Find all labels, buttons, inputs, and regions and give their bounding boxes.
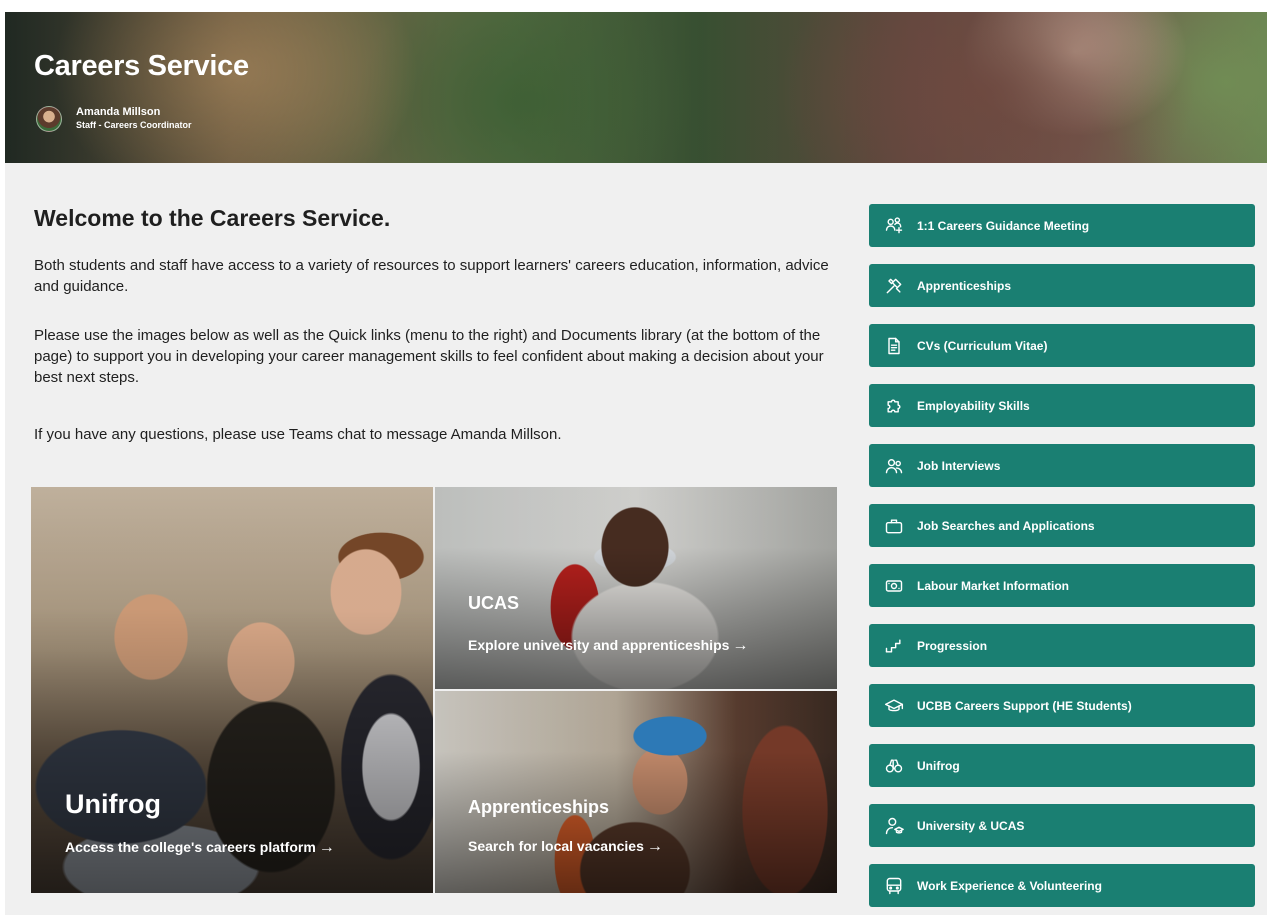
quick-link-label: Job Interviews xyxy=(917,458,1001,473)
tile-title: UCAS xyxy=(468,593,520,613)
arrow-right-icon: → xyxy=(732,637,749,654)
avatar[interactable] xyxy=(36,106,62,132)
quick-link-job-searches[interactable]: Job Searches and Applications xyxy=(869,504,1255,547)
document-icon xyxy=(883,335,905,357)
quick-link-ucbb[interactable]: UCBB Careers Support (HE Students) xyxy=(869,684,1255,727)
welcome-paragraph: Please use the images below as well as t… xyxy=(34,327,824,386)
quick-link-university-ucas[interactable]: University & UCAS xyxy=(869,804,1255,847)
quick-link-unifrog[interactable]: Unifrog xyxy=(869,744,1255,787)
person-graduation-icon xyxy=(883,815,905,837)
tile-divider xyxy=(435,689,837,691)
tile-link-text[interactable]: Access the college's careers platform xyxy=(65,839,316,855)
quick-link-label: Work Experience & Volunteering xyxy=(917,878,1102,893)
welcome-paragraph: If you have any questions, please use Te… xyxy=(34,426,562,443)
quick-link-label: Employability Skills xyxy=(917,398,1030,413)
quick-link-label: Apprenticeships xyxy=(917,278,1012,293)
header-banner: Careers Service Amanda Millson Staff - C… xyxy=(5,12,1267,163)
page-canvas: Careers Service Amanda Millson Staff - C… xyxy=(5,12,1267,915)
graduation-cap-icon xyxy=(883,695,905,717)
tile-link[interactable]: Access the college's careers platform → xyxy=(65,839,335,857)
binoculars-icon xyxy=(883,755,905,777)
vehicle-icon xyxy=(883,875,905,897)
quick-link-progression[interactable]: Progression xyxy=(869,624,1255,667)
tile-link[interactable]: Explore university and apprenticeships → xyxy=(468,637,748,655)
author-name[interactable]: Amanda Millson xyxy=(76,106,192,119)
quick-link-labour-market[interactable]: Labour Market Information xyxy=(869,564,1255,607)
puzzle-icon xyxy=(883,395,905,417)
arrow-right-icon: → xyxy=(318,839,335,856)
steps-icon xyxy=(883,635,905,657)
tile-link[interactable]: Search for local vacancies → xyxy=(468,838,663,856)
quick-link-apprenticeships[interactable]: Apprenticeships xyxy=(869,264,1255,307)
quick-link-label: 1:1 Careers Guidance Meeting xyxy=(917,218,1090,233)
quick-link-cvs[interactable]: CVs (Curriculum Vitae) xyxy=(869,324,1255,367)
quick-link-job-interviews[interactable]: Job Interviews xyxy=(869,444,1255,487)
author-role: Staff - Careers Coordinator xyxy=(76,120,192,130)
quick-link-label: Job Searches and Applications xyxy=(917,518,1095,533)
author-info[interactable]: Amanda Millson Staff - Careers Coordinat… xyxy=(36,106,192,132)
page-title: Careers Service xyxy=(34,50,249,82)
quick-link-label: UCBB Careers Support (HE Students) xyxy=(917,698,1132,713)
quick-link-careers-guidance[interactable]: 1:1 Careers Guidance Meeting xyxy=(869,204,1255,247)
tile-apprenticeships[interactable]: Apprenticeships Search for local vacanci… xyxy=(435,691,837,893)
tile-link-text[interactable]: Search for local vacancies xyxy=(468,838,644,854)
tile-title: Unifrog xyxy=(65,789,161,819)
quick-link-employability[interactable]: Employability Skills xyxy=(869,384,1255,427)
arrow-right-icon: → xyxy=(646,838,663,855)
tools-icon xyxy=(883,275,905,297)
people-meeting-icon xyxy=(883,215,905,237)
quick-link-label: Progression xyxy=(917,638,988,653)
quick-link-label: CVs (Curriculum Vitae) xyxy=(917,338,1048,353)
quick-link-label: Labour Market Information xyxy=(917,578,1070,593)
quick-link-label: University & UCAS xyxy=(917,818,1025,833)
quick-link-work-experience[interactable]: Work Experience & Volunteering xyxy=(869,864,1255,907)
people-icon xyxy=(883,455,905,477)
tile-ucas[interactable]: UCAS Explore university and apprenticesh… xyxy=(435,487,837,689)
tile-unifrog[interactable]: Unifrog Access the college's careers pla… xyxy=(31,487,433,893)
welcome-paragraph: Both students and staff have access to a… xyxy=(34,257,829,295)
briefcase-icon xyxy=(883,515,905,537)
quick-link-label: Unifrog xyxy=(917,758,960,773)
tile-title: Apprenticeships xyxy=(468,797,610,817)
welcome-heading: Welcome to the Careers Service. xyxy=(34,205,391,231)
tile-link-text[interactable]: Explore university and apprenticeships xyxy=(468,637,729,653)
money-icon xyxy=(883,575,905,597)
